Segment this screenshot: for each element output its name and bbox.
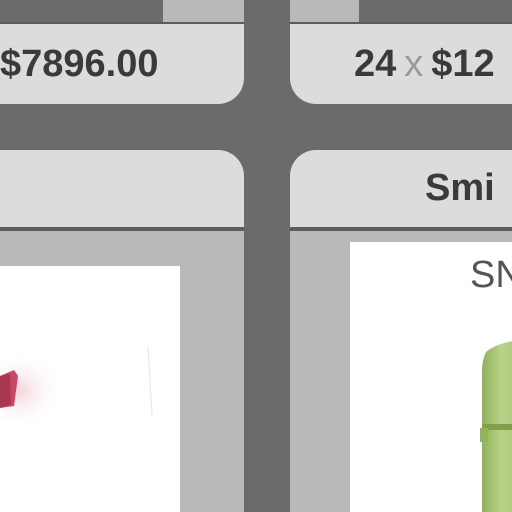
green-product-icon: [480, 341, 512, 512]
top-strip-left: [163, 0, 244, 22]
red-product-icon: [0, 357, 58, 425]
faint-line-mark: [147, 346, 153, 416]
line-total-price: $7896.00: [0, 42, 159, 85]
product-card-right[interactable]: SN: [350, 242, 512, 512]
cart-quantity-price-right: 24 x $12: [290, 22, 512, 104]
top-strip-right: [290, 0, 359, 22]
quantity-value: 24: [354, 42, 397, 85]
product-name-bar-right[interactable]: Smi: [290, 150, 512, 227]
times-symbol: x: [404, 42, 424, 85]
product-card-left[interactable]: [0, 266, 180, 512]
product-card-title: SN: [470, 254, 512, 296]
product-name-right: Smi: [425, 167, 495, 209]
product-name-bar-left[interactable]: [0, 150, 244, 227]
cart-line-total-left: $7896.00: [0, 22, 244, 104]
unit-price: $12: [431, 42, 495, 85]
